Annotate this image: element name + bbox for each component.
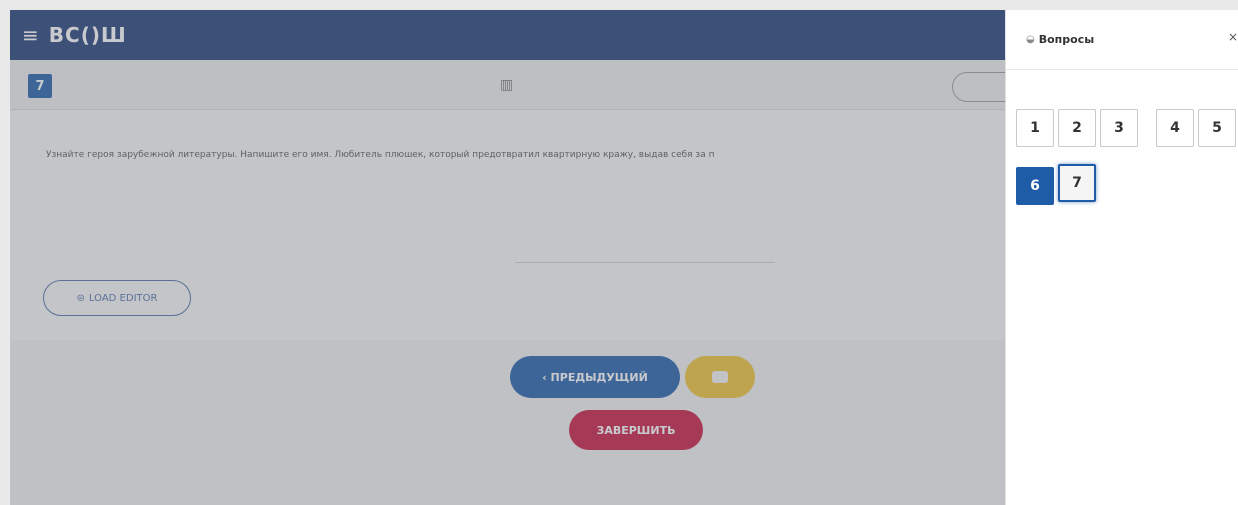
questions-panel: ◒ Вопросы × 1 2 3 4 5 6 7 [1005,10,1238,505]
panel-header: ◒ Вопросы [1006,10,1238,70]
question-button-7[interactable]: 7 [1058,164,1096,202]
question-button-6[interactable]: 6 [1016,167,1054,205]
modal-overlay[interactable] [10,10,1005,505]
questions-icon: ◒ [1026,34,1035,45]
question-button-3[interactable]: 3 [1100,109,1138,147]
test-app: ≡ ВС()Ш 7 ▥ Узнайте героя зарубежной лит… [10,10,1005,505]
question-button-4[interactable]: 4 [1156,109,1194,147]
page-root: ≡ ВС()Ш 7 ▥ Узнайте героя зарубежной лит… [0,0,1238,505]
panel-title: Вопросы [1038,33,1095,46]
close-icon[interactable]: × [1228,30,1238,44]
question-button-1[interactable]: 1 [1016,109,1054,147]
question-button-5[interactable]: 5 [1198,109,1236,147]
question-button-2[interactable]: 2 [1058,109,1096,147]
